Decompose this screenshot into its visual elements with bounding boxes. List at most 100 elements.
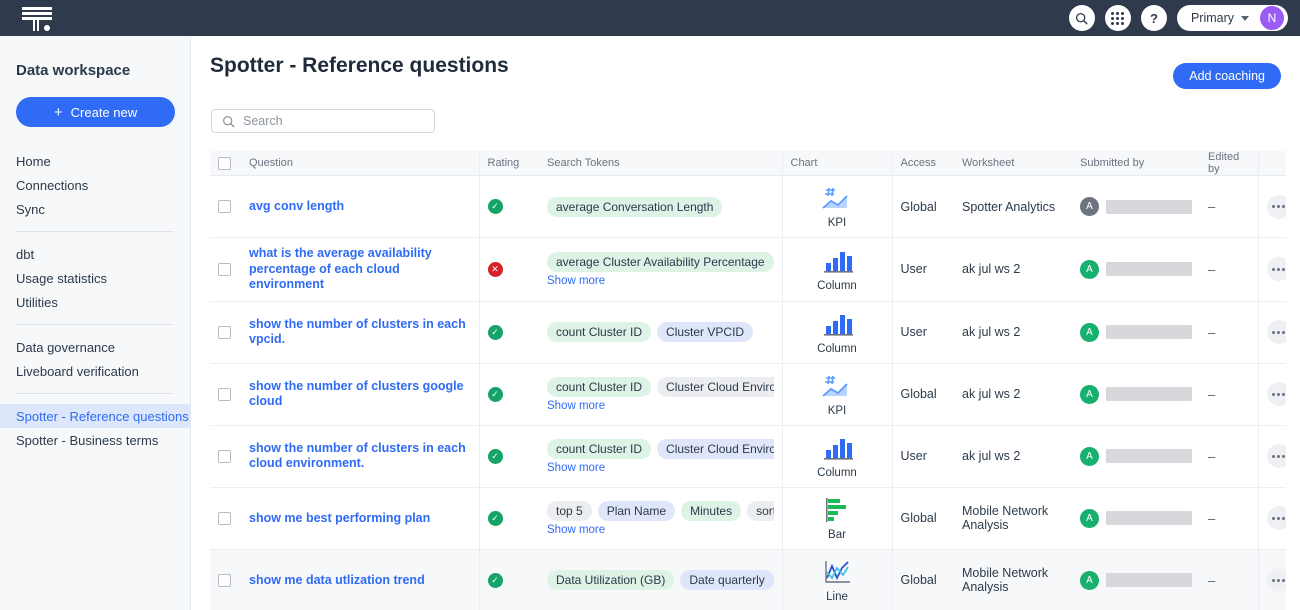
table-row[interactable]: show the number of clusters google cloud… (210, 363, 1286, 425)
row-checkbox[interactable] (218, 326, 231, 339)
rating-approved-icon: ✓ (488, 449, 503, 464)
show-more-link[interactable]: Show more (547, 400, 774, 412)
row-checkbox[interactable] (218, 512, 231, 525)
add-coaching-button[interactable]: Add coaching (1173, 63, 1281, 89)
search-token-chip[interactable]: Plan Name (598, 501, 675, 521)
help-icon[interactable]: ? (1141, 5, 1167, 31)
column-header-chart[interactable]: Chart (782, 151, 892, 176)
sidebar-item-usage-statistics[interactable]: Usage statistics (0, 266, 190, 290)
search-token-chip[interactable]: Cluster VPCID (657, 322, 753, 342)
question-link[interactable]: what is the average availability percent… (249, 246, 471, 293)
row-more-actions-button[interactable] (1267, 257, 1287, 281)
org-selector[interactable]: Primary N (1177, 5, 1288, 31)
column-header-search-tokens[interactable]: Search Tokens (539, 151, 782, 176)
table-row[interactable]: show the number of clusters in each vpci… (210, 301, 1286, 363)
search-input-wrapper[interactable] (211, 109, 435, 133)
sidebar-item-label: Spotter - Business terms (16, 433, 158, 448)
table-row[interactable]: avg conv length ✓ average Conversation Len… (210, 176, 1286, 238)
row-more-actions-button[interactable] (1267, 506, 1287, 530)
question-link[interactable]: avg conv length (249, 199, 471, 215)
column-header-edited-by[interactable]: Edited by (1200, 151, 1258, 176)
row-more-actions-button[interactable] (1267, 382, 1287, 406)
table-row[interactable]: show me best performing plan✓top 5Plan N… (210, 487, 1286, 549)
avatar: A (1080, 260, 1099, 279)
sidebar-item-data-governance[interactable]: Data governance (0, 335, 190, 359)
question-link[interactable]: show me data utlization trend (249, 573, 471, 589)
sidebar-divider (16, 231, 174, 232)
sidebar-item-spotter-business-terms[interactable]: Spotter - Business terms (0, 428, 190, 452)
row-more-actions-button[interactable] (1267, 320, 1287, 344)
row-checkbox[interactable] (218, 574, 231, 587)
avatar: A (1080, 447, 1099, 466)
sidebar-item-label: dbt (16, 247, 34, 262)
search-token-chip[interactable]: average Cluster Availability Percentage (547, 252, 774, 272)
question-link[interactable]: show the number of clusters google cloud (249, 379, 471, 410)
access-cell: Global (892, 549, 954, 610)
search-icon (222, 115, 235, 128)
app-root: ? Primary N Data workspace + Create new … (0, 0, 1300, 610)
search-token-chip[interactable]: Date quarterly (680, 570, 773, 590)
edited-by-value: – (1208, 199, 1215, 214)
column-header-submitted-by[interactable]: Submitted by (1072, 151, 1200, 176)
grid-apps-icon[interactable] (1105, 5, 1131, 31)
search-tokens-cell: count Cluster ID Cluster Cloud Environmen… (539, 363, 782, 425)
show-more-link[interactable]: Show more (547, 462, 774, 474)
search-token-chip[interactable]: count Cluster ID (547, 439, 651, 459)
sidebar-item-sync[interactable]: Sync (0, 197, 190, 221)
sidebar-item-label: Spotter - Reference questions (16, 409, 189, 424)
search-tokens-cell: average Conversation Length (539, 176, 782, 238)
row-more-actions-button[interactable] (1267, 444, 1287, 468)
search-token-chip[interactable]: count Cluster ID (547, 322, 651, 342)
row-checkbox[interactable] (218, 263, 231, 276)
question-link[interactable]: show me best performing plan (249, 511, 471, 527)
kpi-chart-icon (819, 389, 855, 403)
table-row[interactable]: show me data utlization trend✓Data Utili… (210, 549, 1286, 610)
access-value: User (901, 325, 927, 339)
table-header-row: Question Rating Search Tokens Chart Acce… (210, 151, 1286, 176)
select-all-checkbox[interactable] (218, 157, 231, 170)
access-value: User (901, 262, 927, 276)
search-token-chip[interactable]: top 5 (547, 501, 592, 521)
table-row[interactable]: show the number of clusters in each clou… (210, 425, 1286, 487)
search-token-chip[interactable]: Data Utilization (GB) (547, 570, 674, 590)
search-token-chip[interactable]: Cluster Cloud Environment (657, 377, 773, 397)
question-link[interactable]: show the number of clusters in each clou… (249, 441, 471, 472)
sidebar-item-liveboard-verification[interactable]: Liveboard verification (0, 359, 190, 383)
row-more-actions-button[interactable] (1267, 195, 1287, 219)
column-header-access[interactable]: Access (892, 151, 954, 176)
show-more-link[interactable]: Show more (547, 275, 774, 287)
avatar[interactable]: N (1260, 6, 1284, 30)
column-header-rating[interactable]: Rating (479, 151, 539, 176)
row-more-actions-button[interactable] (1267, 568, 1287, 592)
search-token-chip[interactable]: average Conversation Length (547, 197, 722, 217)
search-token-chip[interactable]: Cluster Cloud Environment (657, 439, 773, 459)
table-row[interactable]: what is the average availability percent… (210, 238, 1286, 302)
thoughtspot-logo[interactable] (22, 4, 56, 32)
search-token-chip[interactable]: count Cluster ID (547, 377, 651, 397)
sidebar-item-utilities[interactable]: Utilities (0, 290, 190, 314)
column-header-question[interactable]: Question (241, 151, 479, 176)
row-checkbox[interactable] (218, 450, 231, 463)
rating-cell: ✓ (479, 425, 539, 487)
access-value: Global (901, 573, 937, 587)
search-icon[interactable] (1069, 5, 1095, 31)
question-cell: avg conv length (241, 176, 479, 238)
search-token-chip[interactable]: Minutes (681, 501, 741, 521)
search-token-chip[interactable]: sort by (747, 501, 773, 521)
rating-cell: ✓ (479, 176, 539, 238)
sidebar-item-home[interactable]: Home (0, 149, 190, 173)
sidebar-item-spotter-reference-questions[interactable]: Spotter - Reference questions (0, 404, 190, 428)
create-new-button[interactable]: + Create new (16, 97, 175, 127)
chart-cell: Bar (782, 487, 892, 549)
show-more-link[interactable]: Show more (547, 524, 774, 536)
row-select-cell (210, 301, 241, 363)
rating-approved-icon: ✓ (488, 387, 503, 402)
sidebar-item-dbt[interactable]: dbt (0, 242, 190, 266)
sidebar-item-connections[interactable]: Connections (0, 173, 190, 197)
column-header-worksheet[interactable]: Worksheet (954, 151, 1072, 176)
row-actions-cell (1258, 549, 1286, 610)
question-link[interactable]: show the number of clusters in each vpci… (249, 317, 471, 348)
row-checkbox[interactable] (218, 388, 231, 401)
row-checkbox[interactable] (218, 200, 231, 213)
search-input[interactable] (243, 114, 413, 128)
